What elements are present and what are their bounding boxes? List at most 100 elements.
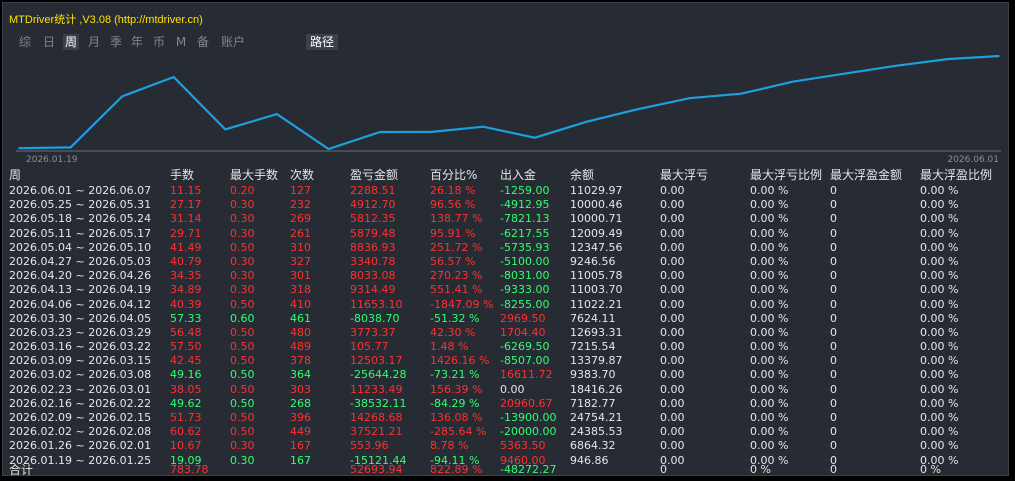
- cell-balance: 11005.78: [570, 269, 623, 283]
- cell-cash-flow: -13900.00: [500, 411, 557, 424]
- cell-cash-flow: 2969.50: [500, 311, 546, 325]
- cell-max-float-profit-pct: 0.00 %: [920, 269, 959, 283]
- header-max-float-profit: 最大浮盈金额: [830, 168, 903, 182]
- cell-max-float-profit-pct: 0.00 %: [920, 184, 959, 197]
- cell-max-float-profit: 0: [830, 340, 837, 354]
- cell-trades: 327: [290, 254, 311, 268]
- tab-week[interactable]: 周: [63, 34, 79, 50]
- total-lots: 783.78: [170, 463, 209, 476]
- tab-day[interactable]: 日: [41, 34, 57, 50]
- cell-max-float-profit: 0: [830, 354, 837, 368]
- cell-balance: 9383.70: [570, 368, 616, 382]
- tab-m[interactable]: M: [175, 34, 187, 50]
- cell-max-drawdown: 0.00: [660, 368, 685, 382]
- cell-max-lots: 0.30: [230, 269, 255, 283]
- tab-summary[interactable]: 综: [17, 34, 33, 50]
- cell-max-drawdown: 0.00: [660, 226, 685, 240]
- cell-max-float-profit-pct: 0.00 %: [920, 297, 959, 311]
- cell-week: 2026.03.09 ~ 2026.03.15: [9, 354, 152, 368]
- cell-max-float-profit: 0: [830, 425, 837, 439]
- cell-max-drawdown: 0.00: [660, 396, 685, 410]
- cell-week: 2026.03.23 ~ 2026.03.29: [9, 325, 152, 339]
- table-row: 2026.02.16 ~ 2026.02.22 49.62 0.50 268 -3853…: [7, 397, 1007, 411]
- cell-max-lots: 0.50: [230, 396, 255, 410]
- cell-max-drawdown-pct: 0.00 %: [750, 354, 789, 368]
- cell-max-lots: 0.20: [230, 184, 255, 197]
- tab-month[interactable]: 月: [86, 34, 102, 50]
- cell-max-drawdown: 0.00: [660, 240, 685, 254]
- cell-pnl: 5812.35: [350, 212, 396, 226]
- cell-pnl: 105.77: [350, 340, 389, 354]
- cell-cash-flow: 0.00: [500, 382, 525, 396]
- cell-trades: 410: [290, 297, 311, 311]
- cell-max-lots: 0.30: [230, 439, 255, 453]
- cell-week: 2026.06.01 ~ 2026.06.07: [9, 184, 152, 197]
- cell-cash-flow: -9333.00: [500, 283, 550, 297]
- tab-year[interactable]: 年: [129, 34, 145, 50]
- cell-percent: -285.64 %: [430, 425, 487, 439]
- table-row: 2026.05.11 ~ 2026.05.17 29.71 0.30 261 5879.…: [7, 227, 1007, 241]
- equity-point-1: [69, 146, 72, 149]
- cell-max-float-profit-pct: 0.00 %: [920, 212, 959, 226]
- cell-cash-flow: 16611.72: [500, 368, 553, 382]
- cell-max-drawdown-pct: 0.00 %: [750, 340, 789, 354]
- cell-week: 2026.03.30 ~ 2026.04.05: [9, 311, 152, 325]
- equity-point-15: [791, 80, 794, 83]
- cell-week: 2026.04.20 ~ 2026.04.26: [9, 269, 152, 283]
- cell-max-float-profit-pct: 0.00 %: [920, 396, 959, 410]
- cell-balance: 12009.49: [570, 226, 623, 240]
- cell-max-drawdown: 0.00: [660, 254, 685, 268]
- tab-currency[interactable]: 币: [151, 34, 167, 50]
- cell-pnl: 553.96: [350, 439, 389, 453]
- cell-percent: 251.72 %: [430, 240, 483, 254]
- cell-percent: -51.32 %: [430, 311, 480, 325]
- equity-point-10: [534, 136, 536, 139]
- cell-trades: 461: [290, 311, 311, 325]
- cell-lots: 34.89: [170, 283, 202, 297]
- cell-percent: -73.21 %: [430, 368, 480, 382]
- equity-point-6: [327, 148, 330, 150]
- cell-max-drawdown: 0.00: [660, 184, 685, 197]
- cell-max-drawdown-pct: 0.00 %: [750, 382, 789, 396]
- cell-max-float-profit-pct: 0.00 %: [920, 254, 959, 268]
- cell-max-float-profit: 0: [830, 297, 837, 311]
- table-row: 2026.03.09 ~ 2026.03.15 42.45 0.50 378 12503…: [7, 354, 1007, 368]
- tab-note[interactable]: 备: [195, 34, 211, 50]
- tab-account[interactable]: 账户: [217, 34, 249, 50]
- cell-max-float-profit-pct: 0.00 %: [920, 425, 959, 439]
- cell-max-drawdown-pct: 0.00 %: [750, 396, 789, 410]
- header-cash-flow: 出入金: [500, 168, 537, 182]
- cell-week: 2026.01.26 ~ 2026.02.01: [9, 439, 152, 453]
- stats-panel: MTDriver统计 ,V3.08 (http://mtdriver.cn) 综…: [2, 2, 1009, 477]
- cell-pnl: 8836.93: [350, 240, 396, 254]
- cell-percent: 42.30 %: [430, 325, 476, 339]
- cell-max-float-profit: 0: [830, 411, 837, 424]
- cell-percent: 26.18 %: [430, 184, 476, 197]
- cell-lots: 29.71: [170, 226, 202, 240]
- cell-balance: 12693.31: [570, 325, 623, 339]
- cell-percent: 56.57 %: [430, 254, 476, 268]
- cell-max-float-profit-pct: 0.00 %: [920, 283, 959, 297]
- table-row: 2026.01.26 ~ 2026.02.01 10.67 0.30 167 553.9…: [7, 439, 1007, 453]
- tab-quarter[interactable]: 季: [108, 34, 124, 50]
- equity-point-4: [224, 128, 227, 131]
- cell-max-drawdown-pct: 0.00 %: [750, 311, 789, 325]
- tab-path[interactable]: 路径: [306, 34, 338, 50]
- cell-balance: 12347.56: [570, 240, 623, 254]
- cell-max-drawdown-pct: 0.00 %: [750, 411, 789, 424]
- cell-max-lots: 0.30: [230, 254, 255, 268]
- cell-trades: 489: [290, 340, 311, 354]
- equity-point-19: [998, 55, 1000, 57]
- cell-percent: 270.23 %: [430, 269, 483, 283]
- cell-max-drawdown: 0.00: [660, 439, 685, 453]
- cell-percent: 136.08 %: [430, 411, 483, 424]
- cell-max-float-profit: 0: [830, 254, 837, 268]
- cell-pnl: 4912.70: [350, 198, 396, 212]
- cell-balance: 9246.56: [570, 254, 616, 268]
- equity-point-8: [430, 131, 433, 133]
- cell-lots: 56.48: [170, 325, 202, 339]
- table-row: 2026.02.23 ~ 2026.03.01 38.05 0.50 303 11233…: [7, 383, 1007, 397]
- cell-balance: 24385.53: [570, 425, 623, 439]
- table-row: 2026.04.20 ~ 2026.04.26 34.35 0.30 301 8033.…: [7, 269, 1007, 283]
- cell-max-float-profit: 0: [830, 184, 837, 197]
